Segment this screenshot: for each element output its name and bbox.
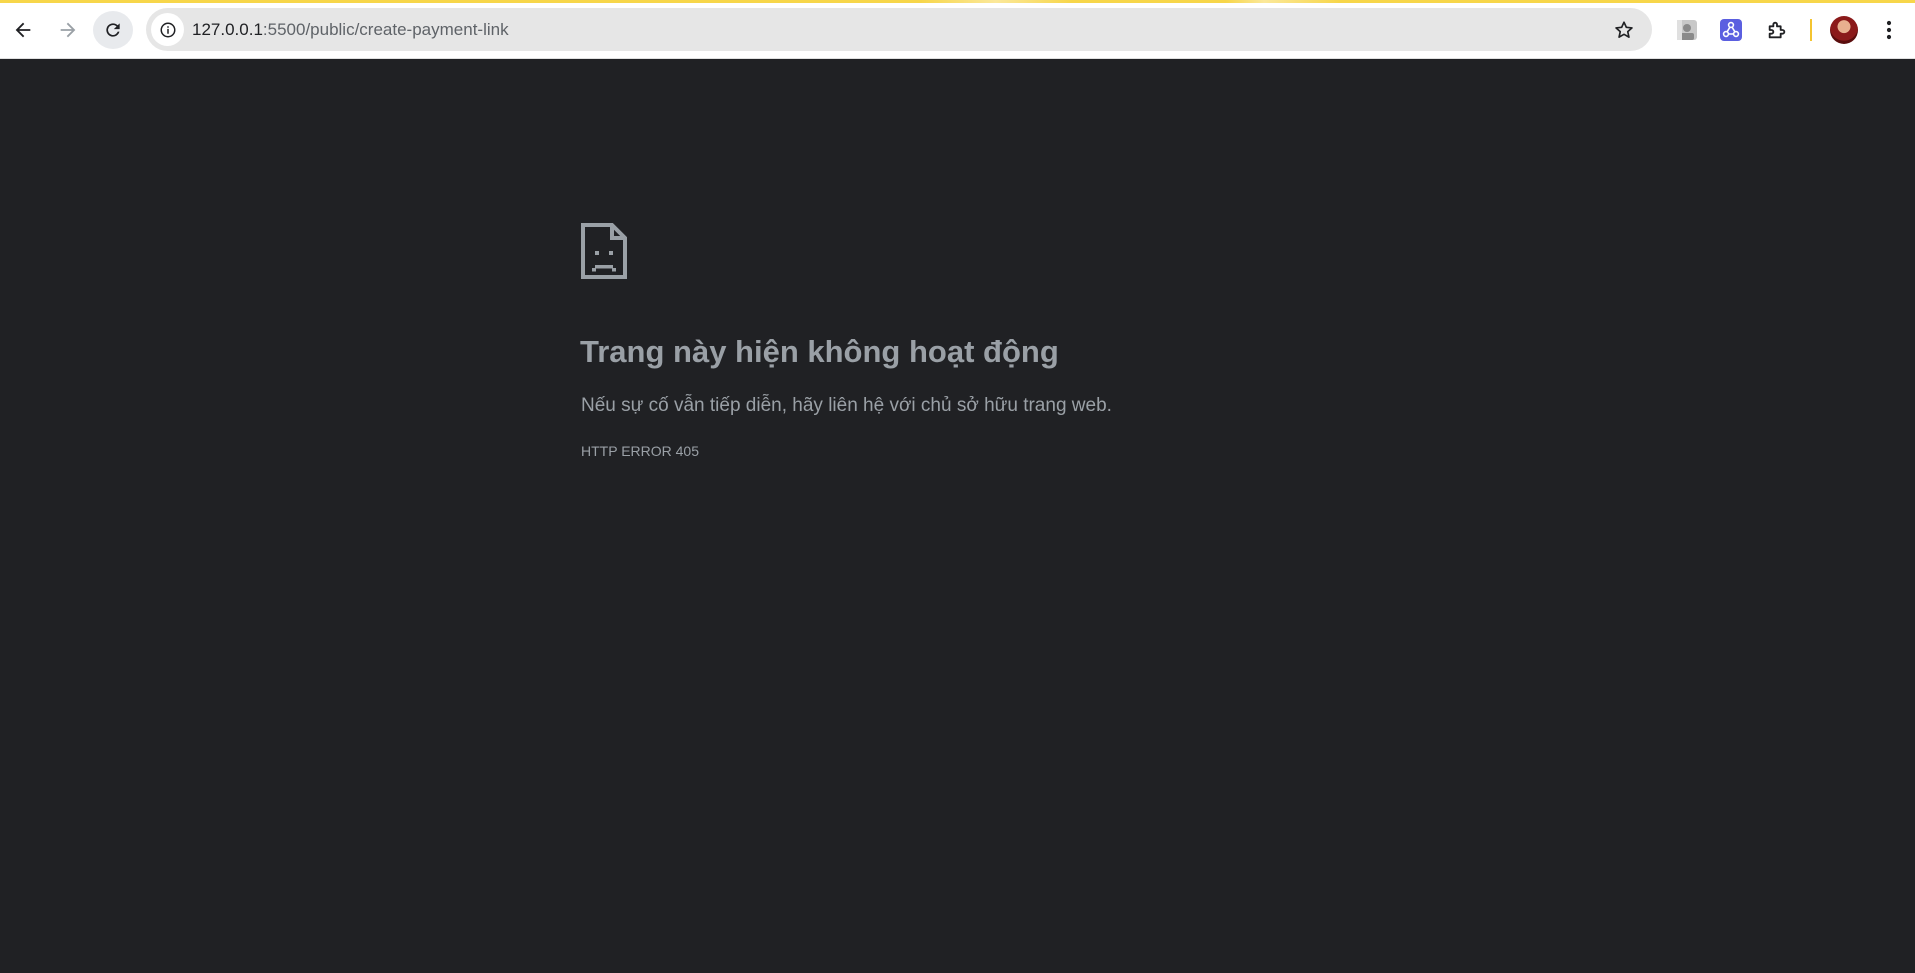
url-text[interactable]: 127.0.0.1:5500/public/create-payment-lin… — [192, 8, 509, 51]
extension-avatar-icon — [1677, 20, 1697, 40]
site-info-button[interactable] — [151, 13, 184, 46]
arrow-left-icon — [15, 22, 31, 38]
reload-icon — [106, 23, 120, 37]
url-host: 127.0.0.1 — [192, 20, 263, 39]
error-title: Trang này hiện không hoạt động — [580, 334, 1059, 369]
puzzle-icon — [1768, 21, 1786, 39]
back-button[interactable] — [3, 11, 43, 49]
error-page: Trang này hiện không hoạt động Nếu sự cố… — [0, 59, 1915, 973]
loading-progress-bar — [0, 0, 1915, 3]
error-code: HTTP ERROR 405 — [581, 443, 699, 459]
url-path: :5500/public/create-payment-link — [262, 20, 509, 39]
sad-document-icon — [581, 223, 627, 279]
reload-button[interactable] — [93, 11, 133, 49]
bookmark-button[interactable] — [1607, 13, 1640, 46]
forward-button[interactable] — [48, 11, 88, 49]
arrow-right-icon — [60, 22, 76, 38]
extension-button-1[interactable] — [1672, 15, 1702, 45]
toolbar-divider — [1810, 19, 1812, 41]
extension-button-2[interactable] — [1716, 15, 1746, 45]
extensions-menu-button[interactable] — [1762, 15, 1792, 45]
profile-avatar[interactable] — [1830, 16, 1858, 44]
extension-network-icon — [1720, 19, 1742, 41]
error-description: Nếu sự cố vẫn tiếp diễn, hãy liên hệ với… — [581, 395, 1112, 416]
star-icon — [1614, 20, 1633, 38]
browser-toolbar: 127.0.0.1:5500/public/create-payment-lin… — [0, 0, 1915, 59]
address-bar[interactable]: 127.0.0.1:5500/public/create-payment-lin… — [146, 8, 1652, 51]
vertical-dots-icon — [1886, 20, 1892, 40]
info-icon — [160, 22, 175, 37]
browser-menu-button[interactable] — [1874, 15, 1904, 45]
